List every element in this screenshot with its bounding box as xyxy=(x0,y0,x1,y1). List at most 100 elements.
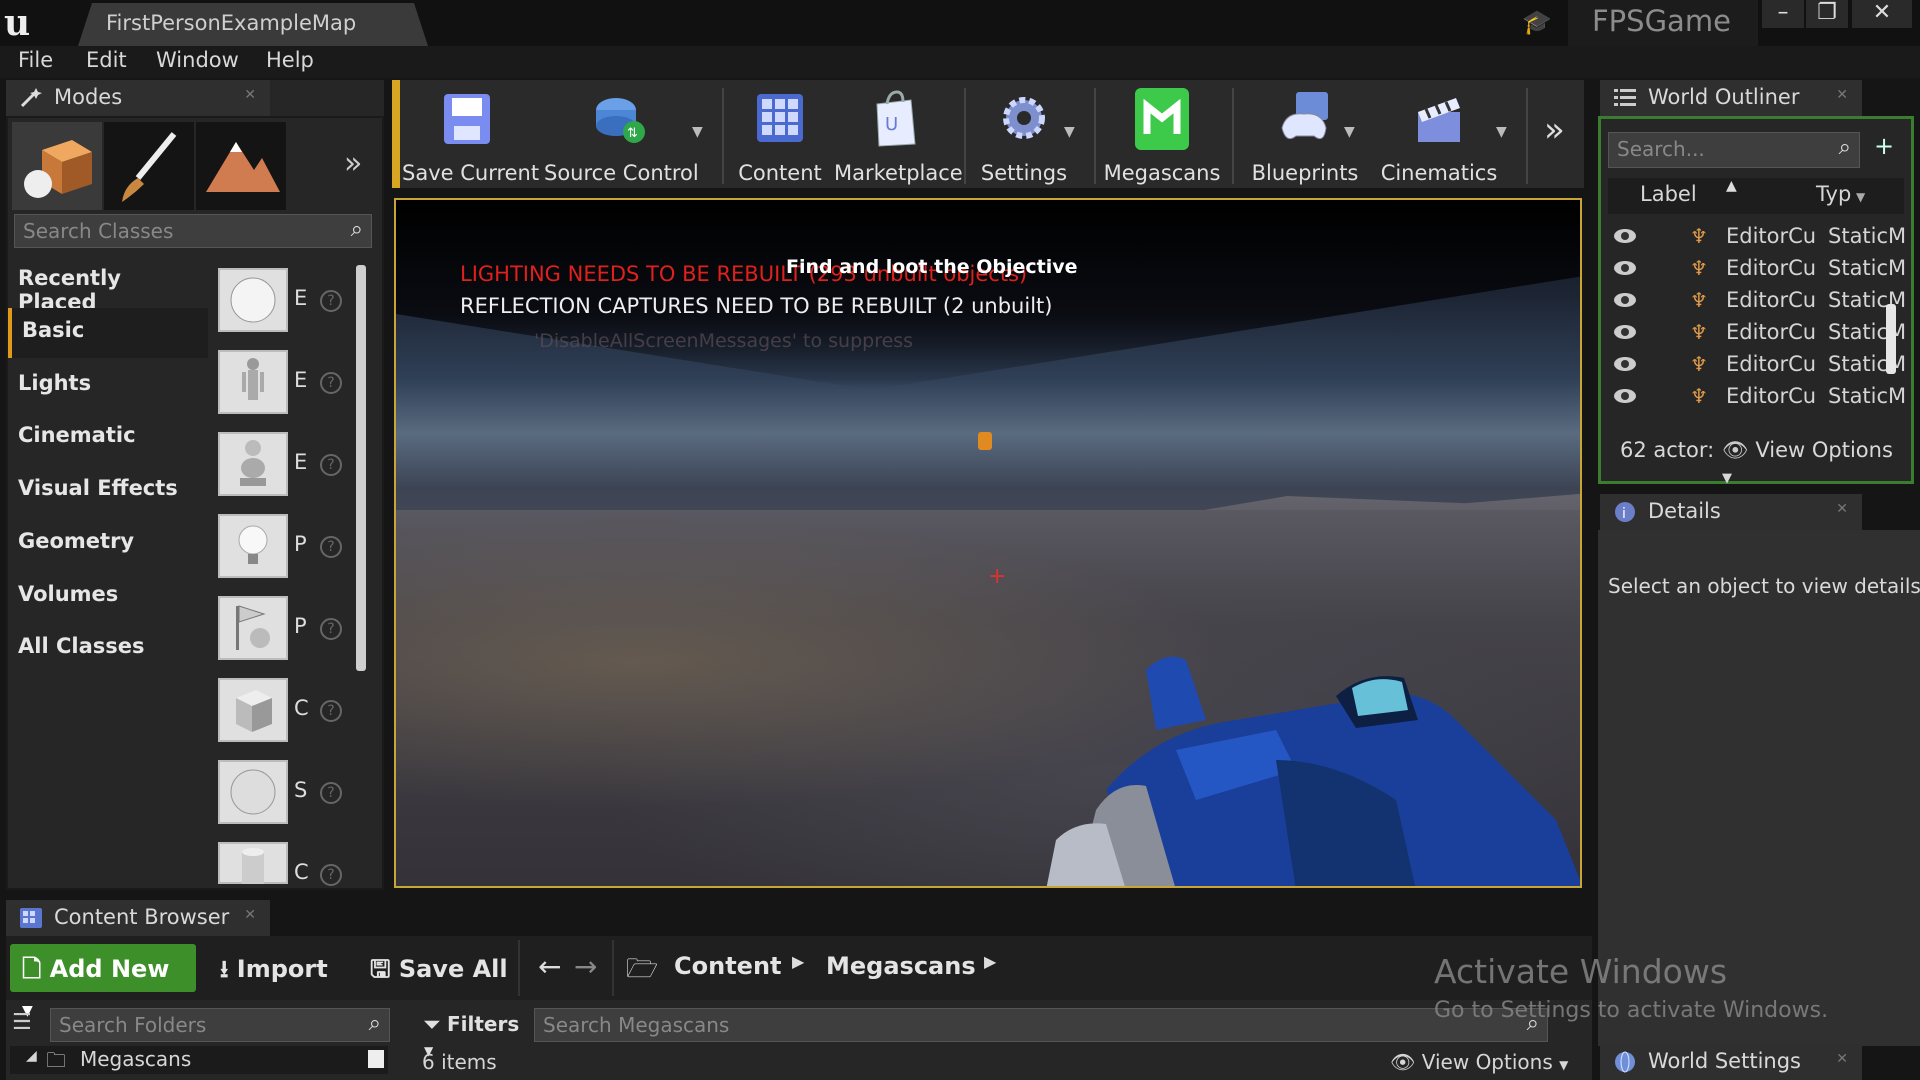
outliner-add-icon[interactable]: + xyxy=(1866,132,1902,168)
filters-button[interactable]: ⏷ Filters ▼ xyxy=(420,1008,524,1058)
content-button[interactable]: Content xyxy=(730,88,830,186)
settings-dropdown-icon[interactable]: ▼ xyxy=(1064,124,1075,140)
settings-button[interactable]: Settings xyxy=(974,88,1074,186)
outliner-row[interactable]: ♆ EditorCu StaticM xyxy=(1608,222,1906,254)
import-button[interactable]: ⭳ Import xyxy=(210,944,338,992)
restore-icon[interactable]: ❐ xyxy=(1806,0,1848,28)
visibility-eye-icon[interactable] xyxy=(1612,386,1638,406)
cinematics-button[interactable]: Cinematics xyxy=(1376,88,1502,186)
add-new-button[interactable]: 🗋 Add New ▼ xyxy=(10,944,196,1019)
menu-edit[interactable]: Edit xyxy=(86,48,127,72)
more-modes-chevron-icon[interactable]: » xyxy=(344,146,362,181)
visibility-eye-icon[interactable] xyxy=(1612,322,1638,342)
item-count: 6 items xyxy=(422,1050,497,1074)
outliner-search-input[interactable]: Search... ⌕ xyxy=(1608,132,1860,168)
paint-mode-button[interactable] xyxy=(104,122,194,210)
close-icon[interactable]: ✕ xyxy=(1836,87,1848,103)
help-icon[interactable]: ? xyxy=(320,536,342,558)
help-icon[interactable]: ? xyxy=(320,782,342,804)
save-all-button[interactable]: 🖫 Save All xyxy=(360,944,518,992)
visibility-eye-icon[interactable] xyxy=(1612,258,1638,278)
category-basic[interactable]: Basic xyxy=(8,308,208,358)
category-geometry[interactable]: Geometry xyxy=(8,519,208,569)
level-tab[interactable]: FirstPersonExampleMap xyxy=(78,3,428,46)
place-empty-pawn-item[interactable] xyxy=(218,432,288,496)
tree-scrollbar[interactable] xyxy=(368,1050,384,1068)
category-all-classes[interactable]: All Classes xyxy=(8,624,208,674)
landscape-mode-button[interactable] xyxy=(196,122,286,210)
megascans-button[interactable]: Megascans xyxy=(1102,88,1222,186)
outliner-row[interactable]: ♆ EditorCu StaticM xyxy=(1608,318,1906,350)
help-icon[interactable]: ? xyxy=(320,372,342,394)
place-point-light-item[interactable] xyxy=(218,514,288,578)
menu-window[interactable]: Window xyxy=(156,48,239,72)
category-lights[interactable]: Lights xyxy=(8,361,208,411)
folder-tree-item[interactable]: ◢ 🗀 Megascans xyxy=(10,1046,388,1074)
search-classes-input[interactable]: Search Classes ⌕ xyxy=(14,214,372,248)
close-icon[interactable]: ✕ xyxy=(244,87,256,103)
world-settings-tab[interactable]: World Settings ✕ xyxy=(1600,1044,1862,1080)
level-viewport[interactable]: + LIGHTING NEEDS TO BE REBUILT (293 unbu… xyxy=(394,198,1582,888)
help-icon[interactable]: ? xyxy=(320,290,342,312)
forward-arrow-icon[interactable]: → xyxy=(574,950,597,983)
breadcrumb-separator-icon[interactable]: ▶ xyxy=(792,952,804,971)
place-cylinder-item[interactable] xyxy=(218,842,288,884)
category-visual-effects[interactable]: Visual Effects xyxy=(8,466,208,516)
visibility-eye-icon[interactable] xyxy=(1612,290,1638,310)
visibility-eye-icon[interactable] xyxy=(1612,354,1638,374)
menu-file[interactable]: File xyxy=(18,48,53,72)
source-control-button[interactable]: ⇅ Source Control xyxy=(544,88,699,186)
search-assets-input[interactable]: Search Megascans ⌕ xyxy=(534,1008,1548,1042)
minimize-icon[interactable]: – xyxy=(1762,0,1804,28)
column-dropdown-icon[interactable]: ▼ xyxy=(1856,190,1865,204)
search-folders-input[interactable]: Search Folders ⌕ xyxy=(50,1008,390,1042)
place-mode-button[interactable] xyxy=(12,122,102,210)
label-column-header[interactable]: Label xyxy=(1640,182,1697,206)
learn-cap-icon[interactable]: 🎓 xyxy=(1522,8,1552,36)
place-empty-character-item[interactable] xyxy=(218,350,288,414)
world-outliner-tab[interactable]: World Outliner ✕ xyxy=(1600,80,1862,116)
details-tab[interactable]: i Details ✕ xyxy=(1600,494,1862,530)
folder-open-icon[interactable]: 🗁 xyxy=(626,950,658,994)
placeables-scrollbar[interactable] xyxy=(356,265,366,671)
help-icon[interactable]: ? xyxy=(320,618,342,640)
close-icon[interactable]: ✕ xyxy=(1836,501,1848,517)
outliner-row[interactable]: ♆ EditorCu StaticM xyxy=(1608,350,1906,382)
toolbar-overflow-chevron-icon[interactable]: » xyxy=(1544,110,1565,150)
help-icon[interactable]: ? xyxy=(320,454,342,476)
outliner-view-options-button[interactable]: 👁 View Options ▼ xyxy=(1722,438,1904,487)
category-cinematic[interactable]: Cinematic xyxy=(8,413,208,463)
sources-panel-toggle-icon[interactable]: ☰ xyxy=(12,1010,42,1040)
close-icon[interactable]: ✕ xyxy=(244,907,256,923)
breadcrumb-separator-icon[interactable]: ▶ xyxy=(984,952,996,971)
source-control-dropdown-icon[interactable]: ▼ xyxy=(692,124,703,140)
marketplace-button[interactable]: U Marketplace xyxy=(834,88,963,186)
help-icon[interactable]: ? xyxy=(320,864,342,886)
asset-view-options-button[interactable]: 👁 View Options ▼ xyxy=(1390,1050,1568,1074)
category-volumes[interactable]: Volumes xyxy=(8,572,208,622)
place-sphere-item[interactable] xyxy=(218,760,288,824)
breadcrumb-megascans[interactable]: Megascans xyxy=(822,944,980,988)
place-cube-item[interactable] xyxy=(218,678,288,742)
outliner-row[interactable]: ♆ EditorCu StaticM xyxy=(1608,254,1906,286)
close-icon[interactable]: ✕ xyxy=(1852,0,1912,28)
place-empty-actor-item[interactable] xyxy=(218,268,288,332)
type-column-header[interactable]: Typ xyxy=(1816,182,1851,206)
help-icon[interactable]: ? xyxy=(320,700,342,722)
blueprints-dropdown-icon[interactable]: ▼ xyxy=(1344,124,1355,140)
content-browser-tab[interactable]: Content Browser ✕ xyxy=(6,900,270,936)
outliner-row[interactable]: ♆ EditorCu StaticM xyxy=(1608,382,1906,414)
cinematics-dropdown-icon[interactable]: ▼ xyxy=(1496,124,1507,140)
outliner-scrollbar[interactable] xyxy=(1886,304,1896,374)
menu-help[interactable]: Help xyxy=(266,48,314,72)
expand-arrow-icon[interactable]: ◢ xyxy=(26,1048,37,1064)
breadcrumb-content[interactable]: Content xyxy=(670,944,786,988)
visibility-eye-icon[interactable] xyxy=(1612,226,1638,246)
place-player-start-item[interactable] xyxy=(218,596,288,660)
save-current-button[interactable]: Save Current xyxy=(402,88,539,186)
modes-tab[interactable]: Modes ✕ xyxy=(6,80,270,116)
back-arrow-icon[interactable]: ← xyxy=(538,950,561,983)
close-icon[interactable]: ✕ xyxy=(1836,1051,1848,1067)
outliner-row[interactable]: ♆ EditorCu StaticM xyxy=(1608,286,1906,318)
category-recently-placed[interactable]: Recently Placed xyxy=(8,256,208,314)
